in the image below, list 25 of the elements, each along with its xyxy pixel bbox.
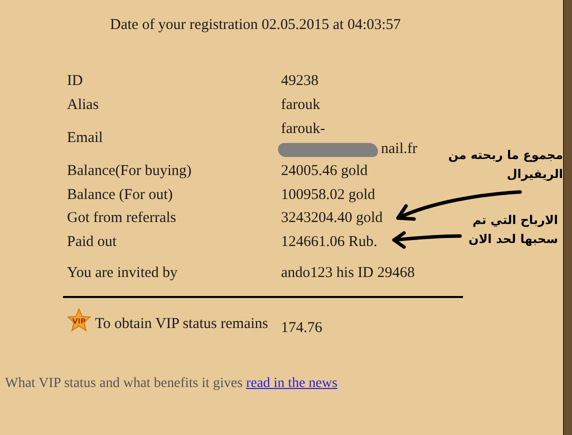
field-value: 100958.02 gold	[281, 186, 376, 204]
field-label: Balance(For buying)	[67, 163, 192, 180]
field-value: 124661.06 Rub.	[281, 234, 378, 251]
news-link[interactable]: read in the news	[246, 376, 338, 391]
field-value: ando123 his ID 29468	[281, 264, 415, 282]
vip-remaining-value: 174.76	[281, 319, 324, 337]
field-value: farouk	[281, 96, 320, 114]
arrow	[392, 231, 462, 249]
field-label: You are invited by	[67, 264, 178, 282]
field-label: ID	[67, 73, 83, 90]
field-value: 3243204.40 gold	[281, 210, 383, 228]
vip-info-text: What VIP status and what benefits it gives	[5, 376, 243, 391]
vip-label: To obtain VIP status remains	[95, 316, 268, 332]
registration-date: Date of your registration 02.05.2015 at 04:03:57	[109, 16, 402, 35]
field-label: Balance (For out)	[67, 186, 173, 204]
field-label: Alias	[67, 96, 99, 114]
field-value: 24005.46 gold	[281, 163, 368, 180]
annotation-note: الارباح التي تم سحبها لحد الان	[467, 212, 558, 248]
field-label: Got from referrals	[67, 210, 176, 228]
field-value: nail.fr	[380, 140, 418, 158]
field-value: farouk-	[281, 120, 326, 138]
field-label: Email	[67, 130, 103, 147]
annotation-note: مجموع ما ربحته من الريفيرال	[448, 147, 563, 183]
field-value: 49238	[281, 73, 318, 90]
field-label: Paid out	[67, 234, 117, 251]
